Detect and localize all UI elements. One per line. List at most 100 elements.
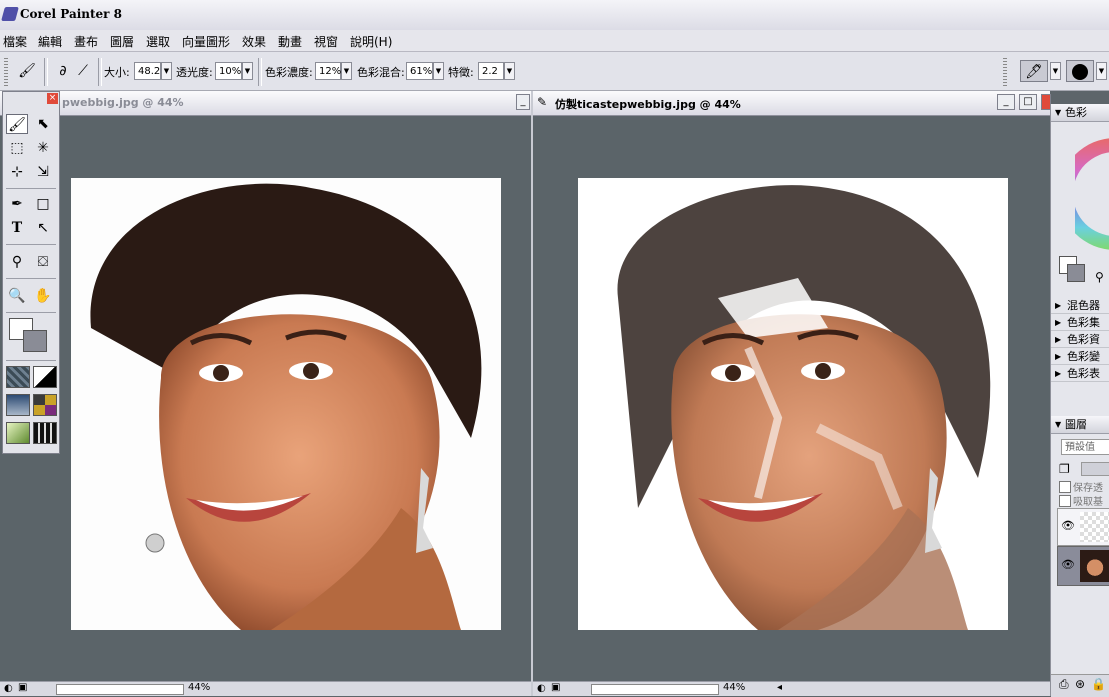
menu-help[interactable]: 說明(H) — [350, 33, 392, 50]
pen-tool-icon[interactable]: ✒ — [6, 194, 28, 214]
tracing-icon[interactable]: ▣ — [18, 682, 27, 693]
menu-movie[interactable]: 動畫 — [278, 33, 302, 50]
crop-tool-icon[interactable]: ⊹ — [6, 162, 28, 182]
document-title-bar[interactable]: pwebbig.jpg @ 44% _ — [0, 91, 531, 116]
color-palette-header[interactable]: ▼ 色彩 — [1051, 104, 1109, 122]
bleed-label: 色彩混合: — [357, 66, 405, 79]
freehand-stroke-icon[interactable]: ∂ — [52, 60, 74, 82]
opacity-field[interactable]: 10% — [215, 62, 242, 80]
brush-category-dropdown[interactable]: ▼ — [1050, 62, 1061, 80]
source-image-canvas[interactable] — [71, 178, 501, 630]
weave-selector-icon[interactable] — [33, 394, 57, 416]
size-spinner[interactable]: ▼ — [161, 62, 172, 80]
pick-up-underlying-checkbox[interactable] — [1059, 495, 1071, 507]
separator — [258, 58, 262, 86]
dropper-tool-icon[interactable]: ⚲ — [6, 252, 28, 272]
eye-icon[interactable]: 👁 — [1061, 519, 1075, 532]
separator — [6, 360, 56, 361]
menu-shapes[interactable]: 向量圖形 — [182, 33, 230, 50]
color-sets-section[interactable]: ▶ 色彩集 — [1051, 315, 1109, 331]
opacity-slider[interactable] — [1081, 462, 1109, 476]
straight-line-stroke-icon[interactable]: ⟋ — [72, 60, 94, 82]
separator — [6, 188, 56, 189]
view-mode-icon[interactable]: ◐ — [537, 683, 546, 694]
color-wheel[interactable] — [1075, 128, 1109, 258]
layers-palette-header[interactable]: ▼ 圖層 — [1051, 416, 1109, 434]
size-field[interactable]: 48.2 — [134, 62, 161, 80]
resaturation-spinner[interactable]: ▼ — [341, 62, 352, 80]
menu-layers[interactable]: 圖層 — [110, 33, 134, 50]
toolbar-grip[interactable] — [4, 58, 8, 86]
scroll-left-icon[interactable]: ◂ — [777, 682, 782, 693]
collapse-triangle-icon: ▼ — [1055, 108, 1062, 117]
color-variability-section[interactable]: ▶ 色彩變 — [1051, 349, 1109, 365]
gradient-selector-icon[interactable] — [33, 366, 57, 388]
layers-header-label: 圖層 — [1065, 418, 1087, 431]
color-info-section[interactable]: ▶ 色彩資 — [1051, 332, 1109, 348]
horizontal-scrollbar[interactable] — [56, 684, 184, 695]
separator — [44, 58, 48, 86]
minimize-button[interactable]: _ — [997, 94, 1015, 110]
maximize-button[interactable]: □ — [1019, 94, 1037, 110]
paper-selector-icon[interactable] — [6, 366, 30, 388]
additional-color-swatch[interactable] — [23, 330, 47, 352]
feature-spinner[interactable]: ▼ — [504, 62, 515, 80]
pattern-selector-icon[interactable] — [6, 394, 30, 416]
eye-icon[interactable]: 👁 — [1061, 558, 1075, 571]
toolbox-close-button[interactable]: × — [47, 93, 58, 104]
expand-triangle-icon: ▶ — [1055, 318, 1062, 327]
toolbar-grip[interactable] — [1003, 58, 1007, 86]
menu-effects[interactable]: 效果 — [242, 33, 266, 50]
composite-method-dropdown[interactable]: 預設值 — [1061, 439, 1109, 455]
collapse-triangle-icon: ▼ — [1055, 420, 1062, 429]
selection-adjuster-tool-icon[interactable]: ⇲ — [32, 162, 54, 182]
bleed-field[interactable]: 61% — [406, 62, 433, 80]
brush-variant-icon[interactable] — [1066, 60, 1094, 82]
palette-additional-color[interactable] — [1067, 264, 1085, 282]
brush-category-icon[interactable]: 🖊 — [1020, 60, 1048, 82]
preserve-transparency-checkbox[interactable] — [1059, 481, 1071, 493]
paint-bucket-tool-icon[interactable]: ⛋ — [32, 252, 54, 272]
opacity-spinner[interactable]: ▼ — [242, 62, 253, 80]
document-title-bar[interactable]: ✎ 仿製ticastepwebbig.jpg @ 44% _ □ — [533, 91, 1051, 116]
text-tool-icon[interactable]: T — [6, 218, 28, 238]
tracing-icon[interactable]: ▣ — [551, 682, 560, 693]
brush-variant-dropdown[interactable]: ▼ — [1096, 62, 1107, 80]
lock-layer-icon[interactable]: 🔒 — [1091, 677, 1106, 691]
mixer-section[interactable]: ▶ 混色器 — [1051, 298, 1109, 314]
minimize-button[interactable]: _ — [516, 94, 530, 110]
magic-wand-tool-icon[interactable]: ✳ — [32, 138, 54, 158]
clone-image-canvas[interactable] — [578, 178, 1008, 630]
horizontal-scrollbar[interactable] — [591, 684, 719, 695]
look-selector-icon[interactable] — [33, 422, 57, 444]
brush-tool-icon[interactable]: 🖌 — [6, 114, 28, 134]
rectangle-shape-tool-icon[interactable]: □ — [32, 194, 54, 214]
rectangular-selection-tool-icon[interactable]: ⬚ — [6, 138, 28, 158]
brush-icon[interactable]: 🖌 — [16, 60, 38, 82]
menu-edit[interactable]: 編輯 — [38, 33, 62, 50]
nozzle-selector-icon[interactable] — [6, 422, 30, 444]
magnifier-tool-icon[interactable]: 🔍 — [6, 286, 28, 306]
resaturation-field[interactable]: 12% — [315, 62, 341, 80]
menu-window[interactable]: 視窗 — [314, 33, 338, 50]
clone-color-icon[interactable]: ⚲ — [1095, 270, 1104, 284]
layer-commands-icon[interactable]: ⎙ — [1059, 677, 1069, 692]
dynamic-plugins-icon[interactable]: ⊛ — [1075, 677, 1085, 691]
bleed-spinner[interactable]: ▼ — [433, 62, 444, 80]
menu-file[interactable]: 檔案 — [3, 33, 27, 50]
zoom-level: 44% — [188, 682, 211, 693]
document-window-clone: ✎ 仿製ticastepwebbig.jpg @ 44% _ □ ◐ ▣ 44%… — [531, 91, 1051, 696]
layer-row-canvas[interactable]: 👁 — [1057, 546, 1109, 586]
color-info-label: 色彩資 — [1067, 333, 1100, 346]
grabber-tool-icon[interactable]: ✋ — [32, 286, 54, 306]
shape-selection-tool-icon[interactable]: ↖ — [32, 218, 54, 238]
right-palette-dock: ▼ 色彩 ⚲ ▶ 混色器 ▶ 色彩集 ▶ 色彩資 ▶ 色彩變 ▶ 色彩表 ▼ 圖層 預設值 ❐… — [1050, 104, 1109, 697]
layer-adjuster-tool-icon[interactable]: ⬉ — [32, 114, 54, 134]
view-mode-icon[interactable]: ◐ — [4, 683, 13, 694]
color-expression-section[interactable]: ▶ 色彩表 — [1051, 366, 1109, 382]
layer-row-top[interactable]: 👁 — [1057, 508, 1109, 546]
menu-canvas[interactable]: 畫布 — [74, 33, 98, 50]
menu-select[interactable]: 選取 — [146, 33, 170, 50]
document-brush-icon: ✎ — [537, 95, 548, 109]
feature-field[interactable]: 2.2 — [478, 62, 504, 80]
